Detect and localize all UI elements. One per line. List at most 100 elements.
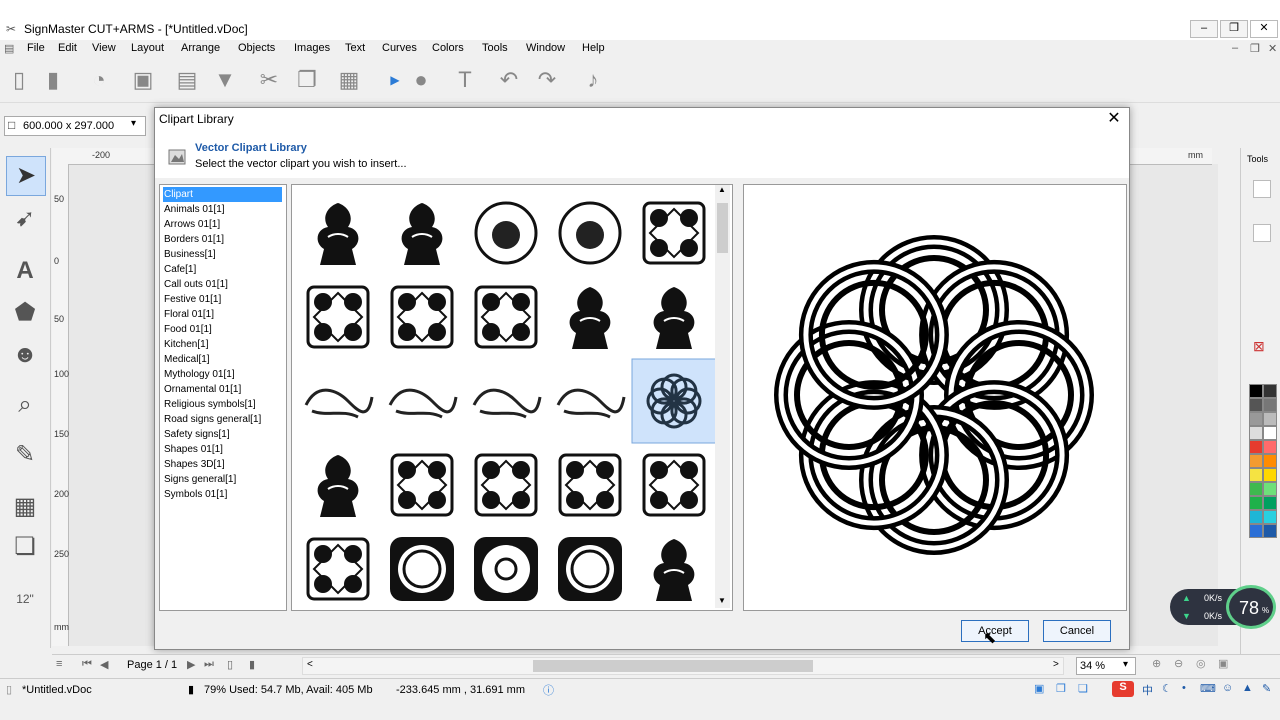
- category-list[interactable]: Clipart Animals 01[1] Arrows 01[1] Borders …: [159, 184, 287, 611]
- category-item[interactable]: Religious symbols[1]: [163, 397, 282, 412]
- category-item[interactable]: Shapes 01[1]: [163, 442, 282, 457]
- scroll-ornament-clipart-icon[interactable]: [317, 455, 359, 517]
- color-swatch[interactable]: [1263, 440, 1277, 454]
- color-swatch[interactable]: [1249, 384, 1263, 398]
- zoom-page-icon[interactable]: ▣: [1218, 657, 1228, 670]
- teapot-icon[interactable]: ●: [406, 64, 436, 96]
- menu-layout[interactable]: Layout: [131, 42, 164, 54]
- zoom-out-icon[interactable]: ⊖: [1174, 657, 1183, 670]
- zoom-combo[interactable]: 34 % ▾: [1076, 657, 1136, 675]
- keyboard-icon[interactable]: ⌨: [1200, 682, 1216, 695]
- last-page-icon[interactable]: ⏭: [204, 658, 214, 671]
- menu-view[interactable]: View: [92, 42, 116, 54]
- category-item[interactable]: Arrows 01[1]: [163, 217, 282, 232]
- moon-icon[interactable]: ☾: [1162, 682, 1172, 695]
- close-window-button[interactable]: ✕: [1250, 20, 1278, 38]
- page-layers-icon[interactable]: ≡: [56, 658, 62, 670]
- color-swatch[interactable]: [1263, 468, 1277, 482]
- select-arrow-icon[interactable]: ➤: [6, 156, 46, 196]
- rosette-clipart-icon[interactable]: [474, 537, 538, 601]
- woman-bust-clipart-icon[interactable]: [317, 203, 359, 265]
- category-item[interactable]: Kitchen[1]: [163, 337, 282, 352]
- chevron-down-icon[interactable]: ▾: [1123, 659, 1128, 670]
- category-item[interactable]: Shapes 3D[1]: [163, 457, 282, 472]
- scroll-up-icon[interactable]: ▲: [718, 185, 726, 194]
- color-swatch[interactable]: [1263, 496, 1277, 510]
- octagon-frame-clipart-icon[interactable]: [390, 537, 454, 601]
- chevron-down-icon[interactable]: ▾: [131, 118, 136, 129]
- maximize-button[interactable]: ❐: [1220, 20, 1248, 38]
- category-item[interactable]: Mythology 01[1]: [163, 367, 282, 382]
- mdi-close-icon[interactable]: ✕: [1268, 42, 1277, 55]
- category-item[interactable]: Ornamental 01[1]: [163, 382, 282, 397]
- snap-icon[interactable]: ▣: [1034, 682, 1044, 695]
- swirl-flourish-clipart-icon[interactable]: [556, 388, 626, 419]
- arrange-icon[interactable]: ❏: [1078, 682, 1088, 695]
- grapes-tile-clipart-icon[interactable]: [390, 285, 454, 349]
- category-item[interactable]: Safety signs[1]: [163, 427, 282, 442]
- color-swatch[interactable]: [1263, 412, 1277, 426]
- category-item[interactable]: Festive 01[1]: [163, 292, 282, 307]
- menu-images[interactable]: Images: [294, 42, 330, 54]
- category-item[interactable]: Symbols 01[1]: [163, 487, 282, 502]
- leaf-pattern-clipart-icon[interactable]: [390, 453, 454, 517]
- add-page-icon[interactable]: ▯: [227, 658, 233, 671]
- celtic-rings-clipart-icon[interactable]: [631, 358, 717, 444]
- menu-arrange[interactable]: Arrange: [181, 42, 220, 54]
- text-a-icon[interactable]: A: [6, 252, 44, 290]
- cut-output-icon[interactable]: ▼: [210, 64, 240, 96]
- zoom-fit-icon[interactable]: ◎: [1196, 657, 1206, 670]
- mdi-restore-icon[interactable]: ❐: [1250, 42, 1260, 55]
- ornamental-tile-clipart-icon[interactable]: [642, 201, 706, 265]
- color-swatch[interactable]: [1249, 426, 1263, 440]
- color-swatch[interactable]: [1263, 384, 1277, 398]
- wrench-icon[interactable]: ✎: [1262, 682, 1271, 695]
- color-swatch[interactable]: [1263, 482, 1277, 496]
- scissors-icon[interactable]: ✂: [254, 64, 284, 96]
- category-item[interactable]: Floral 01[1]: [163, 307, 282, 322]
- color-swatch[interactable]: [1249, 412, 1263, 426]
- ship-medallion-clipart-icon[interactable]: [474, 201, 538, 265]
- menu-colors[interactable]: Colors: [432, 42, 464, 54]
- ime-s-icon[interactable]: S: [1112, 681, 1134, 697]
- category-item[interactable]: Call outs 01[1]: [163, 277, 282, 292]
- color-swatch[interactable]: [1249, 524, 1263, 538]
- lattice-tile-clipart-icon[interactable]: [642, 453, 706, 517]
- man-bust-clipart-icon[interactable]: [401, 203, 443, 265]
- minimize-button[interactable]: –: [1190, 20, 1218, 38]
- category-item[interactable]: Cafe[1]: [163, 262, 282, 277]
- fleur-flourish-clipart-icon[interactable]: [472, 388, 542, 419]
- lion-clipart-icon[interactable]: [388, 388, 458, 419]
- color-swatch[interactable]: [1263, 510, 1277, 524]
- next-page-icon[interactable]: ▶: [187, 658, 195, 671]
- leaf-tile-clipart-icon[interactable]: [474, 285, 538, 349]
- page-size-combo[interactable]: □ 600.000 x 297.000 ▾: [4, 116, 146, 136]
- floral-flourish-clipart-icon[interactable]: [653, 287, 695, 349]
- scroll-right-icon[interactable]: >: [1053, 659, 1059, 670]
- color-swatch[interactable]: [1249, 510, 1263, 524]
- first-page-icon[interactable]: ⏮: [82, 658, 92, 671]
- color-swatch[interactable]: [1249, 468, 1263, 482]
- menu-curves[interactable]: Curves: [382, 42, 417, 54]
- scroll-left-icon[interactable]: <: [307, 659, 313, 670]
- color-swatch[interactable]: [1249, 496, 1263, 510]
- color-swatch[interactable]: [1263, 454, 1277, 468]
- menu-help[interactable]: Help: [582, 42, 605, 54]
- menu-window[interactable]: Window: [526, 42, 565, 54]
- dragon-clipart-icon[interactable]: [304, 388, 374, 419]
- category-item[interactable]: Medical[1]: [163, 352, 282, 367]
- category-item[interactable]: Food 01[1]: [163, 322, 282, 337]
- prev-page-icon[interactable]: ◀: [100, 658, 108, 671]
- shapes-icon[interactable]: ⬟: [6, 294, 44, 332]
- color-swatch[interactable]: [1263, 524, 1277, 538]
- zoom-icon[interactable]: ⌕: [6, 386, 44, 424]
- scroll-down-icon[interactable]: ▼: [718, 596, 726, 605]
- starburst-clipart-icon[interactable]: [558, 537, 622, 601]
- group-icon[interactable]: ❐: [1056, 682, 1066, 695]
- panel-tool-icon[interactable]: [1253, 224, 1271, 242]
- undo-icon[interactable]: ↶: [494, 64, 524, 96]
- zoom-in-icon[interactable]: ⊕: [1152, 657, 1161, 670]
- category-clipart[interactable]: Clipart: [163, 187, 282, 202]
- color-swatch[interactable]: [1249, 454, 1263, 468]
- color-swatch[interactable]: [1249, 482, 1263, 496]
